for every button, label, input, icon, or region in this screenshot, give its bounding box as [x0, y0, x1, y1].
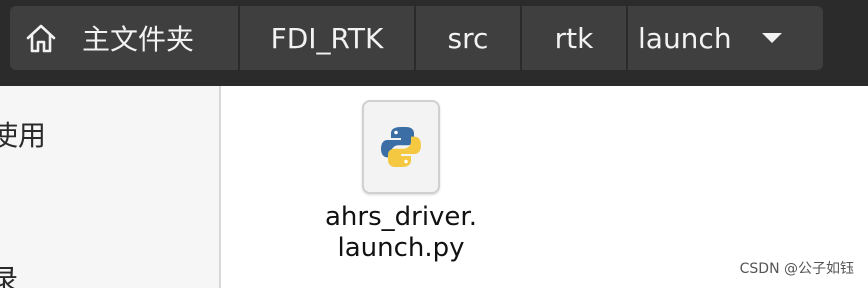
breadcrumb-label: 主文件夹: [82, 23, 195, 56]
file-view: ahrs_driver. launch.py CSDN @公子如钰: [221, 86, 868, 288]
sidebar-item-partial[interactable]: 录: [0, 258, 18, 288]
file-name-line2: launch.py: [337, 233, 465, 263]
sidebar: 使用 录: [0, 86, 221, 288]
python-file-icon: [362, 100, 440, 194]
breadcrumb-label: FDI_RTK: [270, 21, 384, 55]
file-name-line1: ahrs_driver.: [324, 202, 477, 232]
sidebar-item-recent[interactable]: 使用: [0, 114, 46, 154]
header-bar: 主文件夹 FDI_RTK src rtk launch: [0, 0, 868, 86]
breadcrumb-home[interactable]: 主文件夹: [10, 6, 240, 70]
chevron-down-icon[interactable]: [761, 33, 782, 43]
watermark: CSDN @公子如钰: [739, 261, 854, 277]
file-name: ahrs_driver. launch.py: [325, 202, 477, 264]
home-icon: [26, 24, 56, 53]
breadcrumb-fdi-rtk[interactable]: FDI_RTK: [240, 6, 416, 70]
breadcrumb-label: src: [447, 21, 489, 55]
breadcrumb-src[interactable]: src: [416, 6, 522, 70]
file-item[interactable]: ahrs_driver. launch.py: [311, 100, 491, 264]
breadcrumb-label: launch: [638, 21, 732, 55]
python-logo-icon: [381, 127, 421, 167]
breadcrumb-label: rtk: [554, 21, 594, 55]
breadcrumb-launch[interactable]: launch: [628, 6, 823, 70]
breadcrumb-rtk[interactable]: rtk: [522, 6, 628, 70]
breadcrumb: 主文件夹 FDI_RTK src rtk launch: [10, 6, 823, 70]
